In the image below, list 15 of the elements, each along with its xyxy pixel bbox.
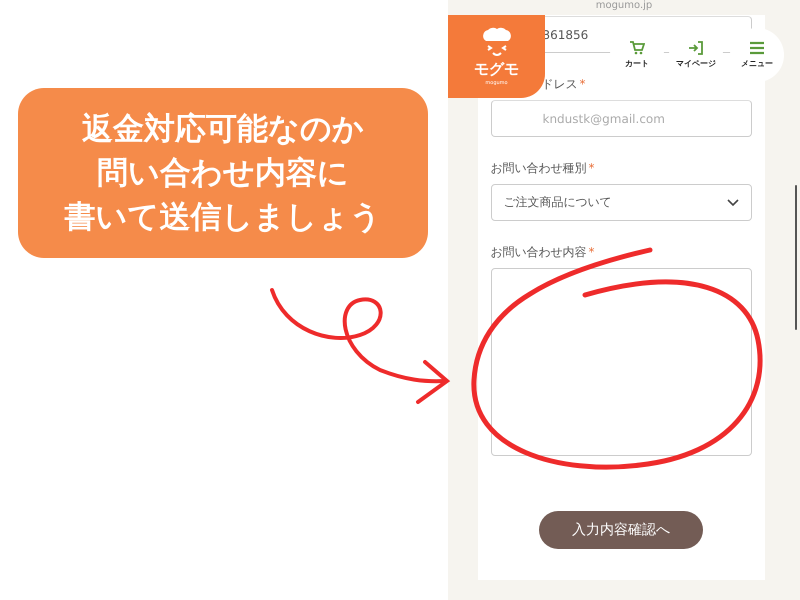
callout-text: 問い合わせ内容に (97, 154, 349, 193)
nav-button[interactable]: メニュー (730, 28, 784, 82)
menu-icon (749, 41, 765, 55)
confirm-button[interactable]: 入力内容確認へ (539, 511, 703, 549)
text-area[interactable] (490, 268, 752, 456)
login-icon (688, 41, 704, 55)
input-field[interactable]: kndustk@gmail.com (490, 100, 752, 137)
callout-text: 返金対応可能なのか (82, 110, 364, 149)
field-label: お問い合わせ内容 * (490, 244, 594, 261)
field-label: お問い合わせ種別 * (490, 160, 594, 177)
cart-icon (629, 41, 645, 55)
url-text: mogumo.jp (596, 0, 652, 13)
chevron-down-icon (726, 198, 738, 206)
callout-text: 書いて送信しましょう (64, 198, 382, 238)
select-field[interactable]: ご注文商品について (490, 184, 752, 221)
